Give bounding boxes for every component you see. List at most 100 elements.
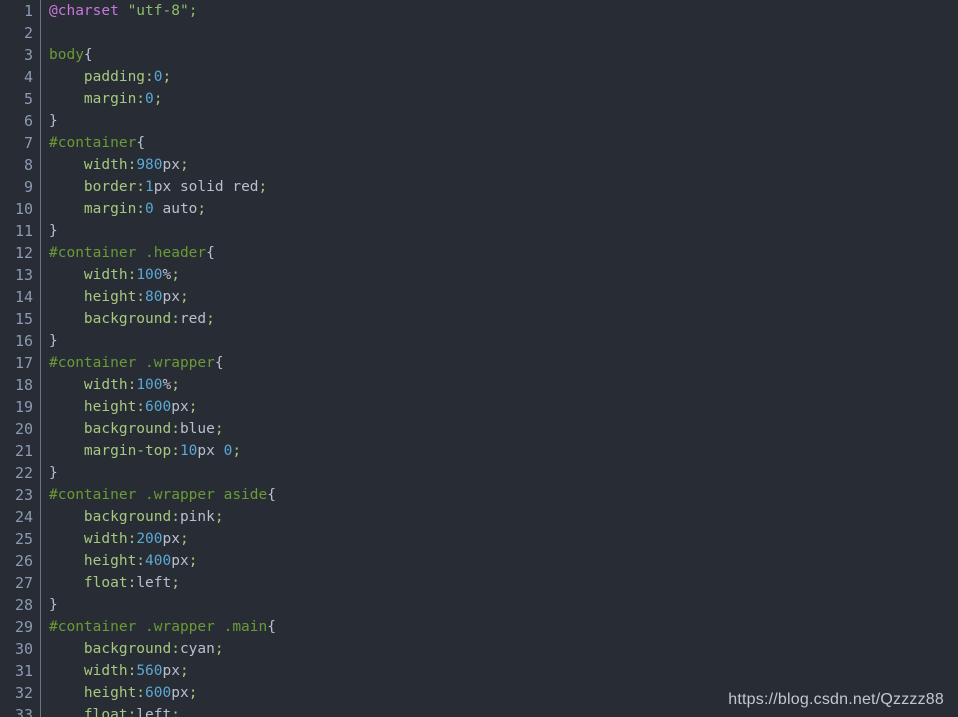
code-line[interactable]: 3 body{ [0, 44, 958, 66]
code-lines-container[interactable]: 1 @charset "utf-8"; 2 3 body{4 padding:0; 5 m… [0, 0, 958, 717]
code-line-text[interactable]: } [43, 110, 958, 132]
code-line-text[interactable]: border:1px solid red; [43, 176, 958, 198]
code-line[interactable]: 4 padding:0; [0, 66, 958, 88]
code-line-text[interactable]: } [43, 594, 958, 616]
code-line-text[interactable]: #container .header{ [43, 242, 958, 264]
code-line-text[interactable]: margin:0; [43, 88, 958, 110]
line-number: 19 [14, 398, 33, 416]
code-line[interactable]: 10 margin:0 auto; [0, 198, 958, 220]
code-line[interactable]: 24 background:pink; [0, 506, 958, 528]
code-line-text[interactable]: #container .wrapper .main{ [43, 616, 958, 638]
code-token: ; [179, 157, 189, 173]
gutter-divider [33, 704, 43, 717]
line-number: 14 [14, 288, 33, 306]
code-token: width: [83, 157, 137, 173]
code-line-text[interactable]: #container{ [43, 132, 958, 154]
code-line-text[interactable]: } [43, 330, 958, 352]
code-line[interactable]: 16} [0, 330, 958, 352]
code-line-text[interactable]: width:560px; [43, 660, 958, 682]
line-number: 30 [14, 640, 33, 658]
code-line[interactable]: 11} [0, 220, 958, 242]
code-token: ; [214, 421, 224, 437]
code-line[interactable]: 17 #container .wrapper{ [0, 352, 958, 374]
code-line-text[interactable]: background:blue; [43, 418, 958, 440]
code-line[interactable]: 7 #container{ [0, 132, 958, 154]
code-line[interactable]: 18 width:100%; [0, 374, 958, 396]
code-line-text[interactable]: margin:0 auto; [43, 198, 958, 220]
code-token: @charset [49, 3, 119, 19]
gutter-divider [33, 660, 43, 682]
code-token: 80 [145, 289, 163, 305]
line-number: 21 [14, 442, 33, 460]
code-line[interactable]: 1 @charset "utf-8"; [0, 0, 958, 22]
code-line-text[interactable]: @charset "utf-8"; [43, 0, 958, 22]
code-token: cyan [179, 641, 215, 657]
code-token: ; [214, 641, 224, 657]
line-number: 18 [14, 376, 33, 394]
line-number: 15 [14, 310, 33, 328]
code-line-text[interactable]: width:100%; [43, 264, 958, 286]
code-line[interactable]: 27 float:left; [0, 572, 958, 594]
code-line-text[interactable]: background:red; [43, 308, 958, 330]
line-number: 13 [14, 266, 33, 284]
code-line[interactable]: 8 width:980px; [0, 154, 958, 176]
code-line-text[interactable]: #container .wrapper aside{ [43, 484, 958, 506]
code-line-text[interactable]: height:400px; [43, 550, 958, 572]
code-line-text[interactable]: width:980px; [43, 154, 958, 176]
gutter-divider [33, 66, 43, 88]
code-line-text[interactable] [43, 22, 958, 44]
code-line[interactable]: 19 height:600px; [0, 396, 958, 418]
code-line-text[interactable]: } [43, 220, 958, 242]
code-editor[interactable]: 1 @charset "utf-8"; 2 3 body{4 padding:0; 5 m… [0, 0, 958, 717]
code-line[interactable]: 26 height:400px; [0, 550, 958, 572]
code-line[interactable]: 2 [0, 22, 958, 44]
gutter-divider [33, 264, 43, 286]
code-token: margin: [83, 201, 146, 217]
code-line-text[interactable]: width:200px; [43, 528, 958, 550]
code-line-text[interactable]: float:left; [43, 572, 958, 594]
code-line-text[interactable]: padding:0; [43, 66, 958, 88]
code-line-text[interactable]: height:80px; [43, 286, 958, 308]
code-line[interactable]: 21 margin-top:10px 0; [0, 440, 958, 462]
code-token: { [267, 619, 276, 635]
code-token: px [197, 443, 224, 459]
gutter-divider [33, 220, 43, 242]
code-line[interactable]: 14 height:80px; [0, 286, 958, 308]
code-line-text[interactable]: #container .wrapper{ [43, 352, 958, 374]
code-line[interactable]: 20 background:blue; [0, 418, 958, 440]
code-token: width: [83, 531, 137, 547]
code-line[interactable]: 5 margin:0; [0, 88, 958, 110]
code-line[interactable]: 23 #container .wrapper aside{ [0, 484, 958, 506]
code-token: % [162, 267, 172, 283]
code-line[interactable]: 22} [0, 462, 958, 484]
code-line[interactable]: 30 background:cyan; [0, 638, 958, 660]
line-number: 24 [14, 508, 33, 526]
code-line[interactable]: 13 width:100%; [0, 264, 958, 286]
code-line-text[interactable]: width:100%; [43, 374, 958, 396]
code-line[interactable]: 25 width:200px; [0, 528, 958, 550]
code-token: 0 [145, 91, 154, 107]
gutter-divider [33, 308, 43, 330]
code-line-text[interactable]: background:pink; [43, 506, 958, 528]
code-line-text[interactable]: margin-top:10px 0; [43, 440, 958, 462]
code-line[interactable]: 9 border:1px solid red; [0, 176, 958, 198]
code-line[interactable]: 12 #container .header{ [0, 242, 958, 264]
code-line-text[interactable]: } [43, 462, 958, 484]
code-line-text[interactable]: background:cyan; [43, 638, 958, 660]
code-line[interactable]: 6} [0, 110, 958, 132]
code-token: } [49, 333, 58, 349]
code-line[interactable]: 31 width:560px; [0, 660, 958, 682]
code-line[interactable]: 28} [0, 594, 958, 616]
code-token: px [162, 663, 180, 679]
code-line-text[interactable]: body{ [43, 44, 958, 66]
code-line[interactable]: 29 #container .wrapper .main{ [0, 616, 958, 638]
code-token: ; [171, 707, 180, 717]
code-line[interactable]: 15 background:red; [0, 308, 958, 330]
line-number: 28 [14, 596, 33, 614]
code-line-text[interactable]: height:600px; [43, 396, 958, 418]
